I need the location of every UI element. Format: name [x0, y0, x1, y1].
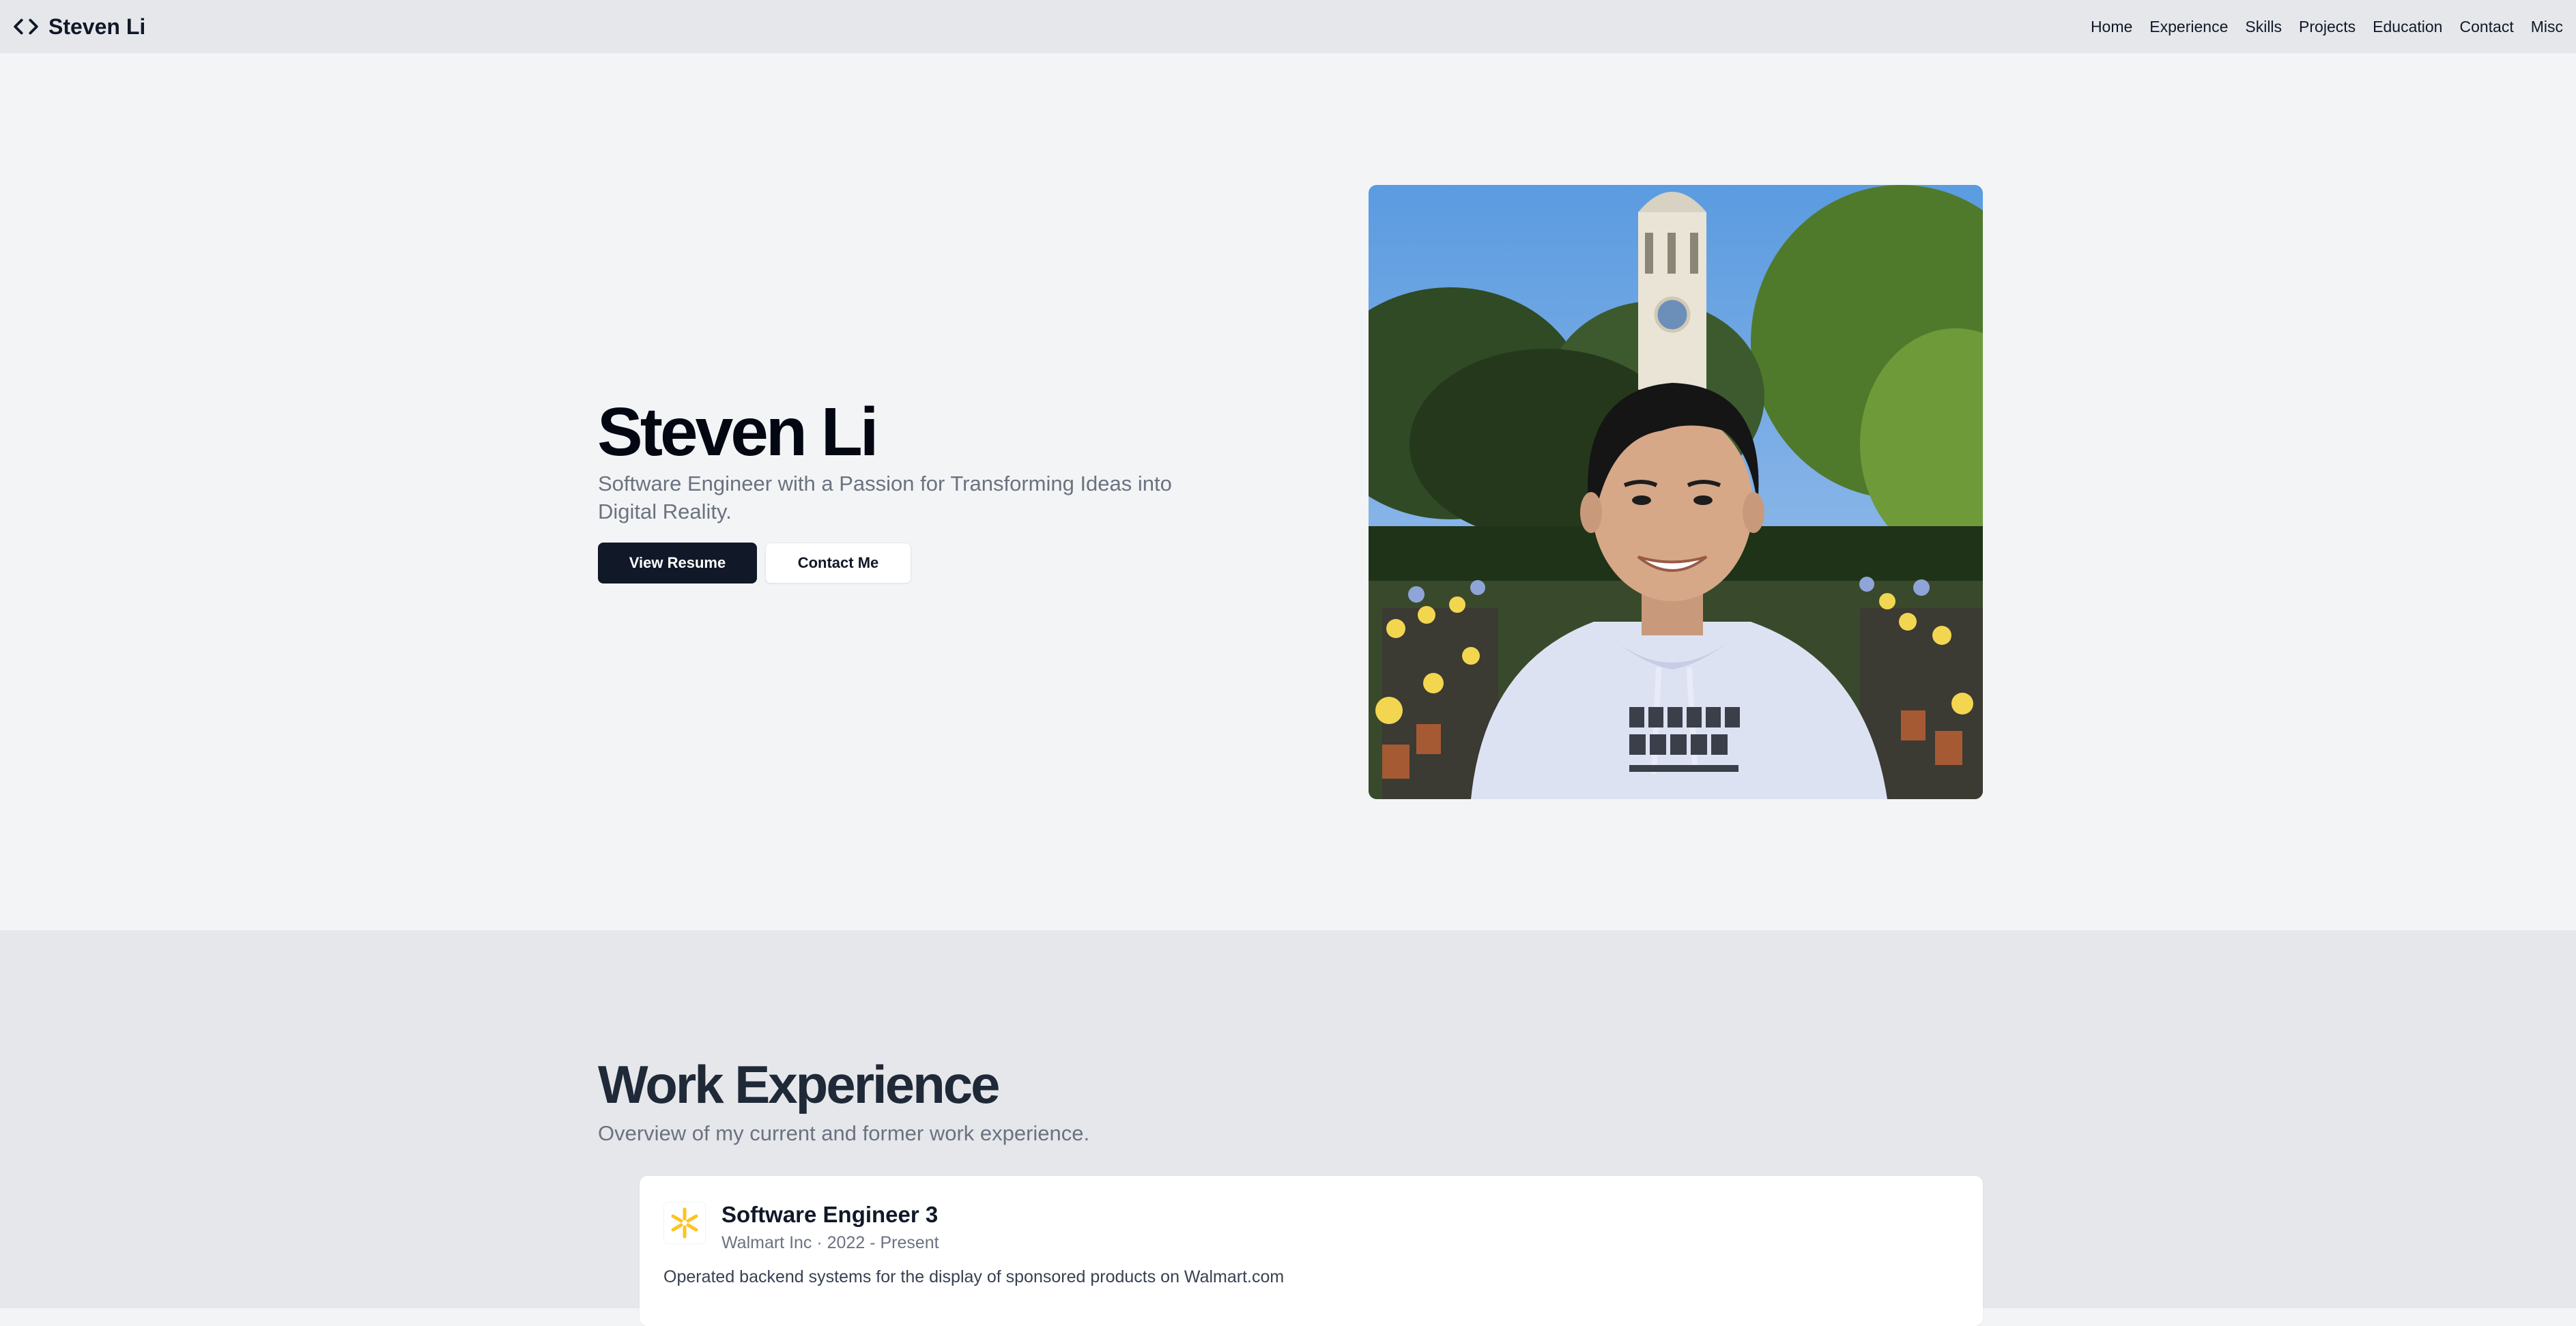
main-nav: Home Experience Skills Projects Educatio… [2091, 18, 2563, 36]
view-resume-button[interactable]: View Resume [598, 543, 757, 583]
nav-contact[interactable]: Contact [2459, 18, 2513, 36]
nav-misc[interactable]: Misc [2531, 18, 2563, 36]
job-company-period: Walmart Inc · 2022 - Present [721, 1233, 939, 1252]
code-icon [14, 18, 38, 35]
job-card: Software Engineer 3 Walmart Inc · 2022 -… [640, 1176, 1983, 1326]
nav-experience[interactable]: Experience [2149, 18, 2228, 36]
hero-subtitle: Software Engineer with a Passion for Tra… [598, 472, 1172, 523]
walmart-spark-icon [663, 1202, 706, 1244]
job-role: Software Engineer 3 [721, 1202, 939, 1227]
profile-photo [1369, 185, 1983, 799]
nav-home[interactable]: Home [2091, 18, 2132, 36]
top-navbar: Steven Li Home Experience Skills Project… [0, 0, 2576, 53]
nav-projects[interactable]: Projects [2299, 18, 2356, 36]
nav-skills[interactable]: Skills [2245, 18, 2282, 36]
brand-name: Steven Li [48, 14, 146, 39]
hero-name: Steven Li [597, 394, 879, 470]
brand[interactable]: Steven Li [13, 14, 145, 40]
section-title: Work Experience [598, 1054, 1001, 1114]
contact-me-button[interactable]: Contact Me [765, 543, 911, 583]
hero-section: Steven Li Software Engineer with a Passi… [0, 53, 2576, 930]
job-description: Operated backend systems for the display… [663, 1267, 1285, 1286]
experience-section: Work Experience Overview of my current a… [0, 930, 2576, 1326]
profile-photo-illustration [1369, 185, 1983, 799]
nav-education[interactable]: Education [2373, 18, 2442, 36]
section-subtitle: Overview of my current and former work e… [598, 1121, 1090, 1145]
